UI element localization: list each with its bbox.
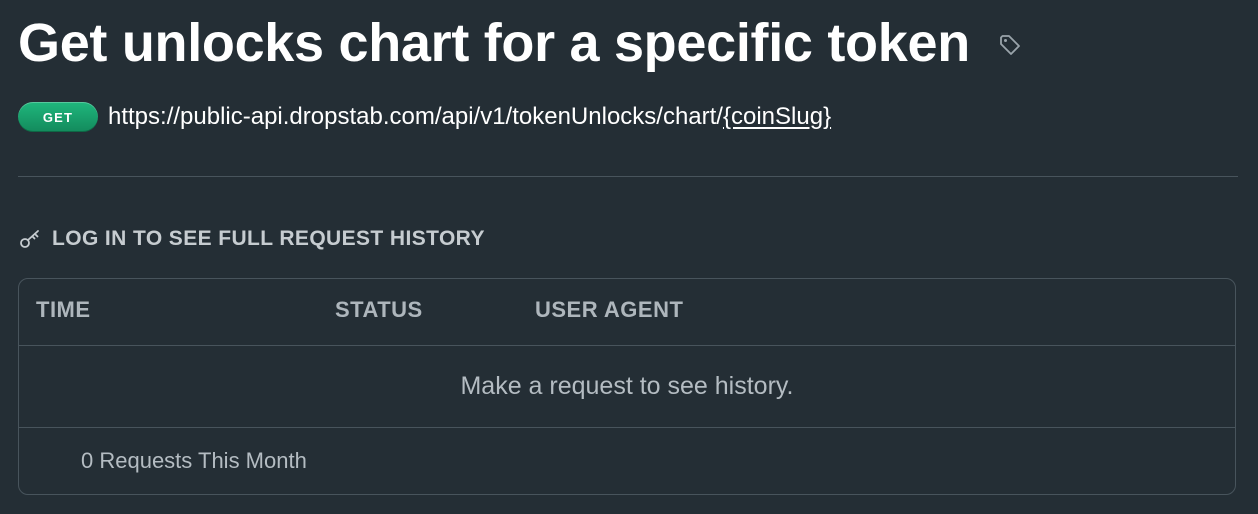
table-footer-row: 0 Requests This Month (19, 428, 1235, 494)
column-header-status: STATUS (335, 297, 423, 322)
column-header-time: TIME (36, 297, 91, 322)
endpoint-url-base: https://public-api.dropstab.com/api/v1/t… (108, 103, 723, 130)
page-title: Get unlocks chart for a specific token (18, 13, 970, 73)
method-badge: GET (18, 102, 98, 132)
title-row: Get unlocks chart for a specific token (18, 8, 1022, 78)
empty-state-message: Make a request to see history. (460, 371, 794, 400)
empty-state-row: Make a request to see history. (19, 345, 1235, 428)
endpoint-url-param[interactable]: {coinSlug} (723, 103, 831, 130)
divider (18, 176, 1238, 177)
endpoint-url-row: GET https://public-api.dropstab.com/api/… (18, 100, 831, 134)
request-history-label[interactable]: LOG IN TO SEE FULL REQUEST HISTORY (52, 227, 485, 251)
request-history-header[interactable]: LOG IN TO SEE FULL REQUEST HISTORY (18, 224, 485, 254)
tag-icon[interactable] (998, 33, 1022, 57)
endpoint-url: https://public-api.dropstab.com/api/v1/t… (108, 103, 831, 131)
key-icon (18, 227, 42, 251)
column-header-user-agent: USER AGENT (535, 297, 684, 322)
table-header-row: TIME STATUS USER AGENT (19, 279, 1235, 346)
requests-count: 0 Requests This Month (81, 448, 307, 473)
request-history-table: TIME STATUS USER AGENT Make a request to… (18, 278, 1236, 495)
